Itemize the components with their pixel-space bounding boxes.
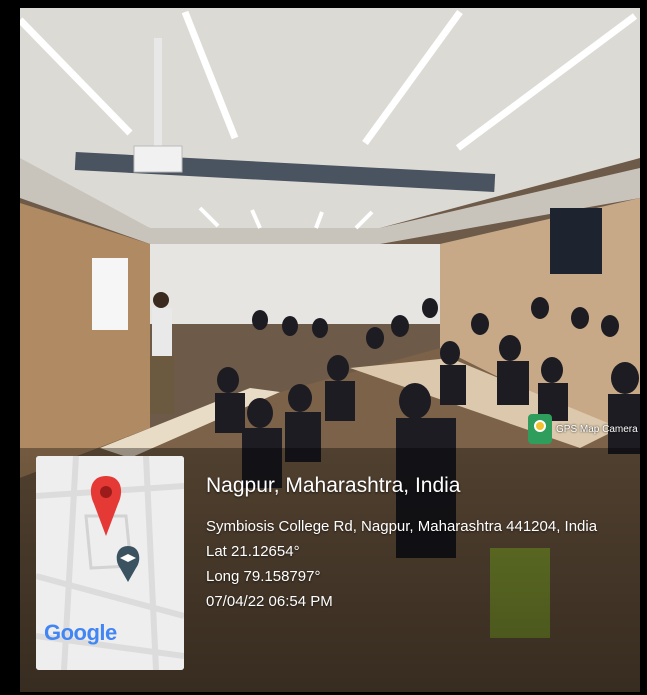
latitude-text: Lat 21.12654° <box>206 543 300 560</box>
gps-map-camera-badge: GPS Map Camera <box>528 414 638 444</box>
location-info: Nagpur, Maharashtra, India Symbiosis Col… <box>206 474 597 618</box>
gps-map-camera-label: GPS Map Camera <box>556 423 638 435</box>
google-logo: Google <box>44 620 117 646</box>
place-name: Nagpur, Maharashtra, India <box>206 474 461 497</box>
gps-map-camera-icon <box>528 414 552 444</box>
photo: GPS Map Camera Google Nagpur, Maharashtr… <box>20 8 640 692</box>
datetime-text: 07/04/22 06:54 PM <box>206 593 333 610</box>
google-logo-text: Google <box>44 620 117 645</box>
map-thumbnail: Google <box>36 456 184 670</box>
address-text: Symbiosis College Rd, Nagpur, Maharashtr… <box>206 518 598 535</box>
photo-frame: GPS Map Camera Google Nagpur, Maharashtr… <box>0 0 647 695</box>
longitude-text: Long 79.158797° <box>206 568 321 585</box>
